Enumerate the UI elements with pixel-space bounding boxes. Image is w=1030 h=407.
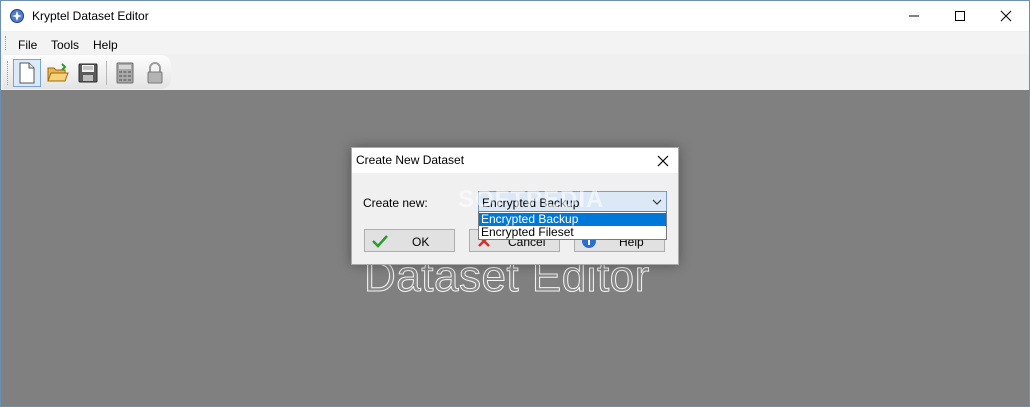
minimize-button[interactable] [891, 1, 937, 31]
dialog-title: Create New Dataset [356, 153, 465, 167]
menu-bar: File Tools Help [1, 32, 1029, 54]
new-document-icon [19, 62, 35, 84]
minimize-icon [909, 15, 919, 17]
chevron-down-icon [652, 199, 662, 205]
calculator-button[interactable] [111, 59, 139, 87]
dialog-title-bar[interactable]: Create New Dataset [352, 148, 678, 173]
title-bar[interactable]: Kryptel Dataset Editor [1, 1, 1029, 31]
open-folder-icon [47, 63, 69, 82]
dialog-close-button[interactable] [654, 152, 672, 170]
close-icon [1000, 10, 1012, 22]
lock-icon [147, 62, 163, 84]
close-button[interactable] [983, 1, 1029, 31]
calculator-icon [116, 62, 134, 84]
save-button[interactable] [74, 59, 102, 87]
new-button[interactable] [13, 59, 41, 87]
checkmark-icon [372, 235, 388, 248]
create-new-label: Create new: [363, 196, 428, 210]
menubar-grip[interactable] [5, 36, 8, 50]
toolbar [1, 54, 1029, 90]
toolbar-band [3, 55, 171, 89]
menu-file[interactable]: File [18, 38, 37, 52]
save-disk-icon [78, 63, 98, 83]
option-encrypted-fileset[interactable]: Encrypted Fileset [479, 226, 666, 239]
close-icon [657, 155, 669, 167]
ok-button[interactable]: OK [364, 229, 455, 252]
softpedia-watermark: SOFTPEDIA [458, 186, 605, 213]
ok-label: OK [412, 235, 430, 249]
open-button[interactable] [44, 59, 72, 87]
app-icon [10, 9, 24, 23]
menu-tools[interactable]: Tools [51, 38, 79, 52]
maximize-icon [955, 11, 965, 21]
menu-help[interactable]: Help [93, 38, 118, 52]
lock-button[interactable] [141, 59, 169, 87]
toolbar-separator [106, 61, 107, 85]
window-title: Kryptel Dataset Editor [32, 9, 149, 23]
maximize-button[interactable] [937, 1, 983, 31]
toolbar-grip[interactable] [7, 61, 10, 85]
dataset-type-dropdown: Encrypted Backup Encrypted Fileset [478, 211, 667, 240]
